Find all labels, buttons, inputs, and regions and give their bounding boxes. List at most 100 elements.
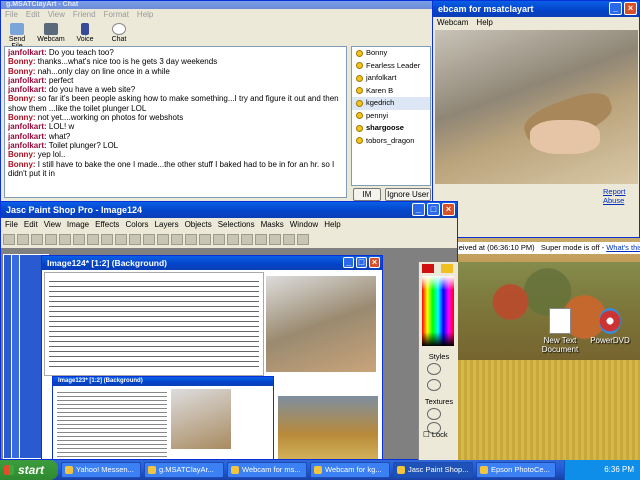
- close-button[interactable]: ×: [624, 2, 637, 15]
- foreground-color-swatch[interactable]: [422, 264, 434, 273]
- ignore-user-button[interactable]: Ignore User: [385, 188, 431, 201]
- psp-menu-effects[interactable]: Effects: [95, 218, 119, 231]
- message-sender: Bonny:: [8, 94, 36, 104]
- styles-swatch[interactable]: [427, 363, 441, 375]
- user-list-item[interactable]: Karen B: [352, 85, 430, 98]
- image124-titlebar: Image124* [1:2] (Background) _ □ ×: [42, 256, 382, 270]
- user-list-item[interactable]: Fearless Leader: [352, 60, 430, 73]
- menu-view[interactable]: View: [48, 9, 65, 21]
- user-list-item[interactable]: Bonny: [352, 47, 430, 60]
- app-icon: [65, 466, 73, 474]
- message-sender: janfolkart:: [8, 122, 47, 132]
- toolbar-tool-icon[interactable]: [59, 234, 71, 245]
- minimize-button[interactable]: _: [412, 203, 425, 216]
- menu-edit[interactable]: Edit: [26, 9, 40, 21]
- maximize-button[interactable]: □: [427, 203, 440, 216]
- task-label: g.MSATClayAr...: [159, 465, 214, 474]
- psp-menu-window[interactable]: Window: [290, 218, 318, 231]
- report-abuse-link[interactable]: Report Abuse: [603, 187, 639, 205]
- chat-transcript[interactable]: janfolkart: Do you teach too? Bonny: than…: [4, 46, 347, 198]
- message-sender: Bonny:: [8, 159, 36, 169]
- user-list[interactable]: Bonny Fearless Leader janfolkart Karen B kge…: [351, 46, 431, 186]
- toolbar-tool-icon[interactable]: [115, 234, 127, 245]
- im-button[interactable]: IM: [353, 188, 381, 201]
- taskbar-task[interactable]: g.MSATClayAr...: [144, 462, 224, 478]
- textures-swatch[interactable]: [427, 408, 441, 420]
- lock-checkbox[interactable]: ☐ Lock: [423, 430, 448, 439]
- maximize-button[interactable]: □: [356, 257, 367, 268]
- text-document-icon: [549, 308, 571, 334]
- nested-thumbnail-webcam: [171, 389, 231, 449]
- toolbar-tool-icon[interactable]: [87, 234, 99, 245]
- toolbar-tool-icon[interactable]: [157, 234, 169, 245]
- toolbar-tool-icon[interactable]: [297, 234, 309, 245]
- menu-help[interactable]: Help: [476, 17, 492, 28]
- message-sender: janfolkart:: [8, 85, 47, 95]
- taskbar-task[interactable]: Yahoo! Messen...: [61, 462, 141, 478]
- toolbar-tool-icon[interactable]: [73, 234, 85, 245]
- user-name: pennyi: [366, 110, 389, 120]
- background-color-swatch[interactable]: [441, 264, 453, 273]
- styles-label: Styles: [428, 352, 450, 361]
- toolbar-tool-icon[interactable]: [17, 234, 29, 245]
- psp-menu-layers[interactable]: Layers: [155, 218, 179, 231]
- psp-menu-file[interactable]: File: [5, 218, 18, 231]
- user-name: tobors_dragon: [366, 135, 415, 145]
- start-button[interactable]: start: [0, 460, 58, 480]
- toolbar-tool-icon[interactable]: [241, 234, 253, 245]
- minimize-button[interactable]: _: [343, 257, 354, 268]
- message-sender: Bonny:: [8, 66, 36, 76]
- webcam-window: ebcam for msatclayart _ × Webcam Help Re…: [432, 0, 640, 238]
- message-text: LOL! w: [46, 122, 75, 132]
- styles-swatch-secondary[interactable]: [427, 379, 441, 391]
- menu-file[interactable]: File: [5, 9, 18, 21]
- psp-menu-objects[interactable]: Objects: [185, 218, 212, 231]
- psp-menu-image[interactable]: Image: [67, 218, 89, 231]
- menu-format[interactable]: Format: [104, 9, 129, 21]
- user-list-item[interactable]: tobors_dragon: [352, 135, 430, 148]
- user-name: Karen B: [366, 85, 394, 95]
- taskbar-task[interactable]: Epson PhotoCe...: [476, 462, 556, 478]
- toolbar-tool-icon[interactable]: [129, 234, 141, 245]
- toolbar-tool-icon[interactable]: [3, 234, 15, 245]
- psp-menu-colors[interactable]: Colors: [125, 218, 148, 231]
- minimize-button[interactable]: _: [609, 2, 622, 15]
- menu-help[interactable]: Help: [137, 9, 153, 21]
- whats-this-link[interactable]: What's this?: [606, 243, 640, 252]
- menu-friend[interactable]: Friend: [73, 9, 96, 21]
- toolbar-tool-icon[interactable]: [199, 234, 211, 245]
- toolbar-tool-icon[interactable]: [227, 234, 239, 245]
- toolbar-tool-icon[interactable]: [269, 234, 281, 245]
- app-icon: [480, 466, 488, 474]
- toolbar-tool-icon[interactable]: [143, 234, 155, 245]
- toolbar-tool-icon[interactable]: [31, 234, 43, 245]
- toolbar-tool-icon[interactable]: [255, 234, 267, 245]
- close-button[interactable]: ×: [369, 257, 380, 268]
- chat-message: janfolkart: do you have a web site?: [8, 85, 343, 94]
- close-button[interactable]: ×: [442, 203, 455, 216]
- toolbar-tool-icon[interactable]: [185, 234, 197, 245]
- toolbar-tool-icon[interactable]: [283, 234, 295, 245]
- taskbar-task[interactable]: Webcam for kg...: [310, 462, 390, 478]
- taskbar-task[interactable]: Jasc Paint Shop...: [393, 462, 473, 478]
- message-text: nah...only clay on line once in a while: [35, 66, 170, 76]
- psp-menu-masks[interactable]: Masks: [261, 218, 284, 231]
- smiley-icon: [356, 74, 363, 82]
- taskbar-task[interactable]: Webcam for ms...: [227, 462, 307, 478]
- menu-webcam[interactable]: Webcam: [437, 17, 468, 28]
- psp-menu-view[interactable]: View: [44, 218, 61, 231]
- message-text: perfect: [46, 75, 74, 85]
- user-list-item[interactable]: pennyi: [352, 110, 430, 123]
- psp-menu-selections[interactable]: Selections: [218, 218, 255, 231]
- toolbar-tool-icon[interactable]: [101, 234, 113, 245]
- user-list-item[interactable]: shargoose: [352, 122, 430, 135]
- toolbar-tool-icon[interactable]: [45, 234, 57, 245]
- desktop-icon-powerdvd[interactable]: PowerDVD: [580, 308, 640, 345]
- psp-menu-edit[interactable]: Edit: [24, 218, 38, 231]
- toolbar-tool-icon[interactable]: [171, 234, 183, 245]
- toolbar-tool-icon[interactable]: [213, 234, 225, 245]
- user-list-item[interactable]: janfolkart: [352, 72, 430, 85]
- color-spectrum[interactable]: [422, 276, 454, 346]
- psp-menu-help[interactable]: Help: [324, 218, 340, 231]
- user-list-item[interactable]: kgedrich: [352, 97, 430, 110]
